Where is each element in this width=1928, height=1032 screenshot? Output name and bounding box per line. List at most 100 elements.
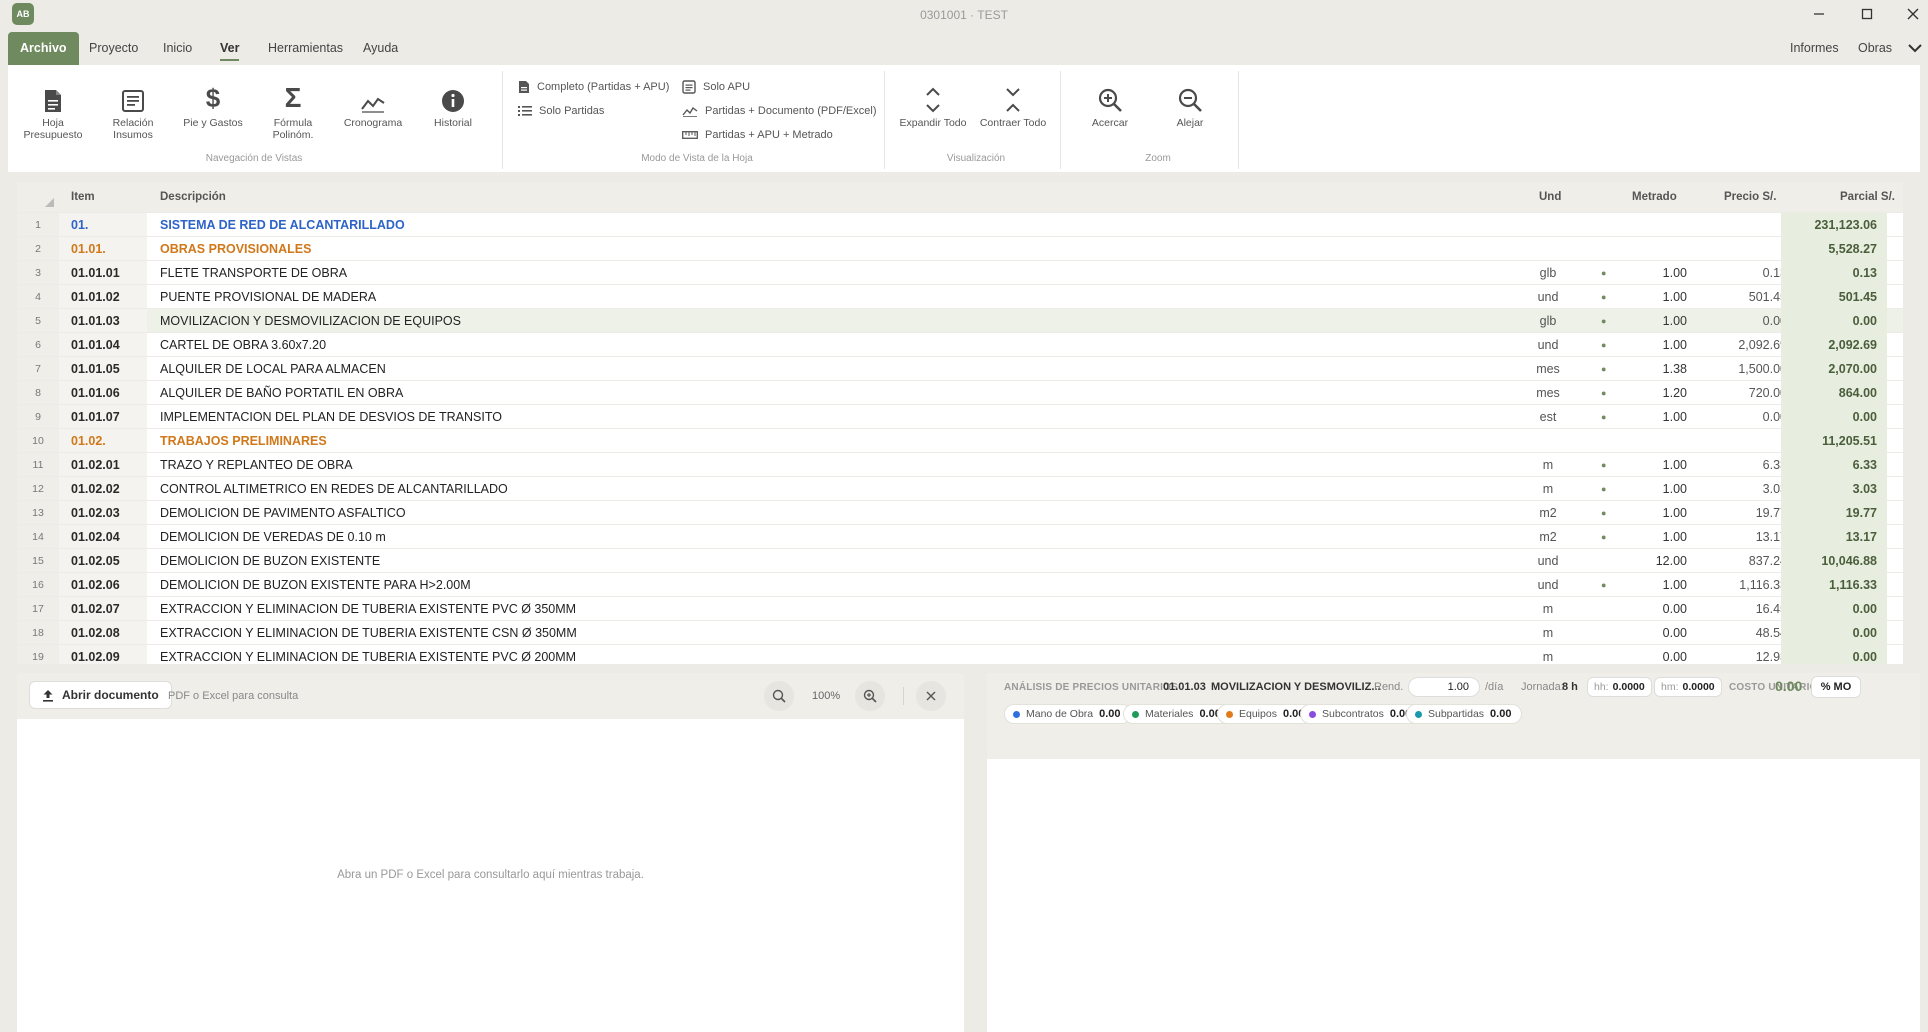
table-row[interactable]: 11 01.02.01 TRAZO Y REPLANTEO DE OBRA m ● 1.0… bbox=[17, 452, 1903, 477]
hoja-presupuesto-button[interactable]: Hoja Presupuesto bbox=[18, 83, 88, 141]
relacion-insumos-button[interactable]: Relación Insumos bbox=[98, 83, 168, 141]
item-description[interactable]: CONTROL ALTIMETRICO EN REDES DE ALCANTAR… bbox=[160, 477, 508, 501]
col-parcial[interactable]: Parcial S/. bbox=[1840, 191, 1895, 203]
item-precio[interactable]: 16.45 bbox=[1707, 597, 1787, 621]
item-precio[interactable]: 0.00 bbox=[1707, 309, 1787, 333]
table-row[interactable]: 7 01.01.05 ALQUILER DE LOCAL PARA ALMACEN m… bbox=[17, 356, 1903, 381]
menu-ver[interactable]: Ver bbox=[210, 32, 249, 65]
item-code[interactable]: 01.02.08 bbox=[59, 621, 147, 645]
item-unit[interactable]: und bbox=[1521, 573, 1575, 597]
mode-partidas-documento[interactable]: Partidas + Documento (PDF/Excel) bbox=[682, 102, 876, 120]
item-precio[interactable]: 6.33 bbox=[1707, 453, 1787, 477]
item-description[interactable]: ALQUILER DE LOCAL PARA ALMACEN bbox=[160, 357, 386, 381]
item-precio[interactable]: 48.54 bbox=[1707, 621, 1787, 645]
mode-partidas-apu-metrado[interactable]: Partidas + APU + Metrado bbox=[682, 126, 833, 144]
table-row[interactable]: 1 01. SISTEMA DE RED DE ALCANTARILLADO 231,… bbox=[17, 212, 1903, 237]
item-unit[interactable]: glb bbox=[1521, 309, 1575, 333]
item-description[interactable]: PUENTE PROVISIONAL DE MADERA bbox=[160, 285, 376, 309]
table-row[interactable]: 3 01.01.01 FLETE TRANSPORTE DE OBRA glb ● 1.0… bbox=[17, 260, 1903, 285]
item-code[interactable]: 01.02.06 bbox=[59, 573, 147, 597]
item-code[interactable]: 01.01.04 bbox=[59, 333, 147, 357]
item-precio[interactable]: 13.17 bbox=[1707, 525, 1787, 549]
item-description[interactable]: EXTRACCION Y ELIMINACION DE TUBERIA EXIS… bbox=[160, 645, 576, 664]
close-window-button[interactable] bbox=[1893, 2, 1928, 26]
item-description[interactable]: CARTEL DE OBRA 3.60x7.20 bbox=[160, 333, 326, 357]
item-code[interactable]: 01.01.03 bbox=[59, 309, 147, 333]
item-description[interactable]: DEMOLICION DE PAVIMENTO ASFALTICO bbox=[160, 501, 406, 525]
item-metrado[interactable]: 1.00 bbox=[1627, 453, 1687, 477]
table-row[interactable]: 18 01.02.08 EXTRACCION Y ELIMINACION DE TU… bbox=[17, 620, 1903, 645]
table-row[interactable]: 2 01.01. OBRAS PROVISIONALES 5,528.27 bbox=[17, 236, 1903, 261]
row-number[interactable]: 16 bbox=[17, 573, 59, 597]
item-metrado[interactable]: 1.00 bbox=[1627, 261, 1687, 285]
item-unit[interactable]: und bbox=[1521, 333, 1575, 357]
item-metrado[interactable]: 1.00 bbox=[1627, 333, 1687, 357]
row-number[interactable]: 17 bbox=[17, 597, 59, 621]
col-precio[interactable]: Precio S/. bbox=[1724, 191, 1776, 203]
item-metrado[interactable]: 1.38 bbox=[1627, 357, 1687, 381]
item-unit[interactable]: glb bbox=[1521, 261, 1575, 285]
item-code[interactable]: 01. bbox=[59, 213, 147, 237]
zoom-in-button[interactable]: Acercar bbox=[1075, 83, 1145, 129]
item-metrado[interactable]: 12.00 bbox=[1627, 549, 1687, 573]
item-description[interactable]: DEMOLICION DE VEREDAS DE 0.10 m bbox=[160, 525, 386, 549]
item-metrado[interactable]: 1.00 bbox=[1627, 525, 1687, 549]
item-code[interactable]: 01.02.02 bbox=[59, 477, 147, 501]
row-number[interactable]: 7 bbox=[17, 357, 59, 381]
row-number[interactable]: 6 bbox=[17, 333, 59, 357]
item-code[interactable]: 01.02. bbox=[59, 429, 147, 453]
col-und[interactable]: Und bbox=[1539, 191, 1561, 203]
row-number[interactable]: 9 bbox=[17, 405, 59, 429]
item-code[interactable]: 01.02.07 bbox=[59, 597, 147, 621]
item-metrado[interactable]: 1.20 bbox=[1627, 381, 1687, 405]
item-description[interactable]: ALQUILER DE BAÑO PORTATIL EN OBRA bbox=[160, 381, 403, 405]
formula-polinomica-button[interactable]: Σ Fórmula Polinóm. bbox=[258, 83, 328, 142]
item-code[interactable]: 01.01.05 bbox=[59, 357, 147, 381]
close-document-button[interactable] bbox=[916, 681, 946, 711]
row-number[interactable]: 10 bbox=[17, 429, 59, 453]
item-metrado[interactable]: 1.00 bbox=[1627, 477, 1687, 501]
open-document-button[interactable]: Abrir documento bbox=[29, 681, 172, 709]
table-row[interactable]: 9 01.01.07 IMPLEMENTACION DEL PLAN DE DESV… bbox=[17, 404, 1903, 429]
item-description[interactable]: SISTEMA DE RED DE ALCANTARILLADO bbox=[160, 213, 405, 237]
item-description[interactable]: TRABAJOS PRELIMINARES bbox=[160, 429, 327, 453]
table-row[interactable]: 19 01.02.09 EXTRACCION Y ELIMINACION DE TU… bbox=[17, 644, 1903, 664]
table-row[interactable]: 8 01.01.06 ALQUILER DE BAÑO PORTATIL EN OB… bbox=[17, 380, 1903, 405]
item-precio[interactable]: 1,116.33 bbox=[1707, 573, 1787, 597]
table-row[interactable]: 4 01.01.02 PUENTE PROVISIONAL DE MADERA und… bbox=[17, 284, 1903, 309]
row-number[interactable]: 3 bbox=[17, 261, 59, 285]
item-precio[interactable]: 0.13 bbox=[1707, 261, 1787, 285]
row-number[interactable]: 14 bbox=[17, 525, 59, 549]
item-precio[interactable]: 501.45 bbox=[1707, 285, 1787, 309]
item-description[interactable]: TRAZO Y REPLANTEO DE OBRA bbox=[160, 453, 353, 477]
table-row[interactable]: 5 01.01.03 MOVILIZACION Y DESMOVILIZACION … bbox=[17, 308, 1903, 333]
table-row[interactable]: 13 01.02.03 DEMOLICION DE PAVIMENTO ASFALT… bbox=[17, 500, 1903, 525]
item-metrado[interactable]: 1.00 bbox=[1627, 285, 1687, 309]
expand-all-button[interactable]: Expandir Todo bbox=[898, 83, 968, 129]
item-code[interactable]: 01.02.03 bbox=[59, 501, 147, 525]
apu-chip[interactable]: Mano de Obra 0.00 bbox=[1004, 704, 1132, 724]
apu-chip[interactable]: Materiales 0.00 bbox=[1123, 704, 1232, 724]
col-item[interactable]: Item bbox=[71, 191, 95, 203]
item-unit[interactable]: und bbox=[1521, 285, 1575, 309]
item-code[interactable]: 01.02.09 bbox=[59, 645, 147, 664]
item-unit[interactable]: m bbox=[1521, 621, 1575, 645]
menu-archivo[interactable]: Archivo bbox=[8, 32, 79, 65]
minimize-button[interactable] bbox=[1799, 2, 1839, 26]
item-unit[interactable]: mes bbox=[1521, 357, 1575, 381]
apu-chip[interactable]: Subpartidas 0.00 bbox=[1406, 704, 1523, 724]
row-number[interactable]: 8 bbox=[17, 381, 59, 405]
table-row[interactable]: 12 01.02.02 CONTROL ALTIMETRICO EN REDES D… bbox=[17, 476, 1903, 501]
jornada-value[interactable]: 8 h bbox=[1562, 681, 1578, 693]
maximize-button[interactable] bbox=[1847, 2, 1887, 26]
item-unit[interactable]: m bbox=[1521, 477, 1575, 501]
item-metrado[interactable]: 1.00 bbox=[1627, 573, 1687, 597]
menu-inicio[interactable]: Inicio bbox=[153, 32, 202, 65]
rendimiento-input[interactable]: 1.00 bbox=[1408, 677, 1480, 697]
item-description[interactable]: DEMOLICION DE BUZON EXISTENTE PARA H>2.0… bbox=[160, 573, 471, 597]
item-description[interactable]: EXTRACCION Y ELIMINACION DE TUBERIA EXIS… bbox=[160, 621, 577, 645]
item-code[interactable]: 01.02.05 bbox=[59, 549, 147, 573]
item-precio[interactable]: 12.93 bbox=[1707, 645, 1787, 664]
row-number[interactable]: 2 bbox=[17, 237, 59, 261]
collapse-all-button[interactable]: Contraer Todo bbox=[978, 83, 1048, 129]
